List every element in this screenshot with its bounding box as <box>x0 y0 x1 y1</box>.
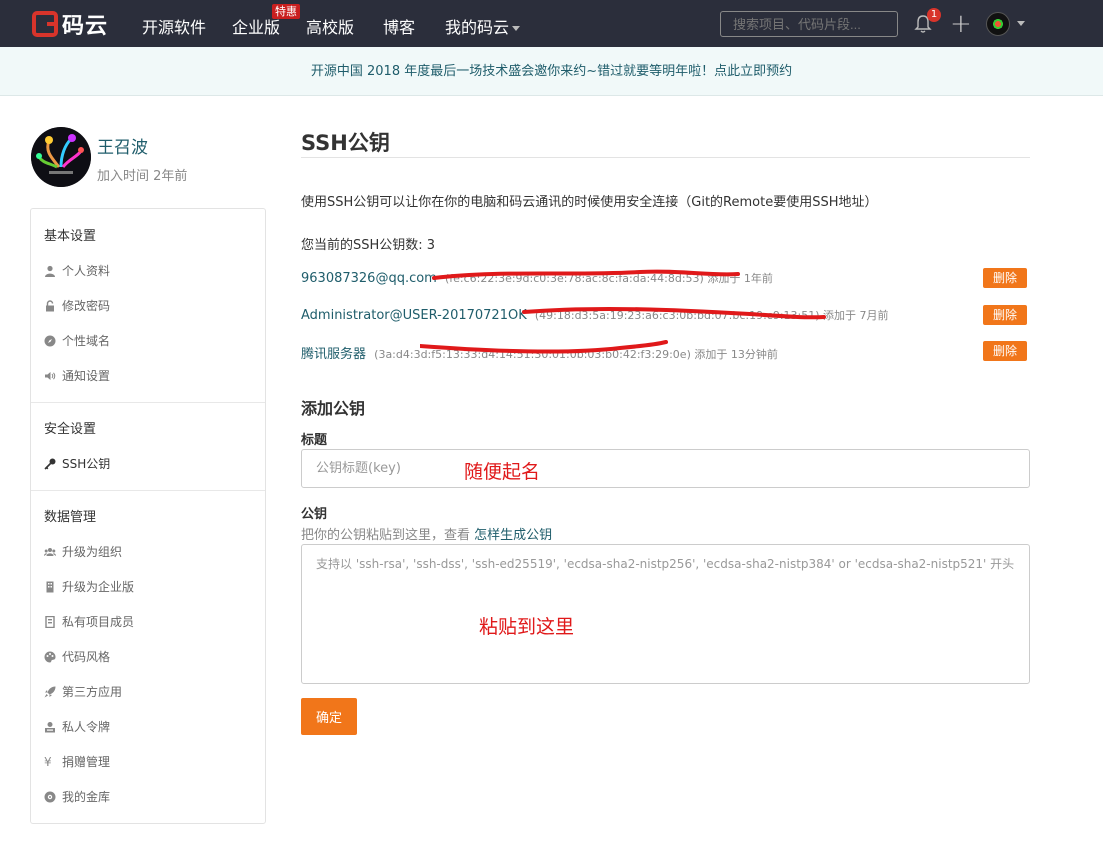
group-icon <box>44 547 56 556</box>
ssh-key-meta: (49:18:d3:5a:19:23:a6:c3:0b:bd:07:bc:19:… <box>534 309 889 322</box>
logo-icon <box>32 11 58 37</box>
sidebar-item-private-tokens[interactable]: 私人令牌 <box>44 718 110 735</box>
sidebar-item-password[interactable]: 修改密码 <box>44 297 110 314</box>
page-title: SSH公钥 <box>301 131 390 155</box>
ssh-key-name: Administrator@USER-20170721OK <box>301 308 527 323</box>
key-annotation: 粘贴到这里 <box>479 616 575 638</box>
sidebar-item-label: 通知设置 <box>62 369 111 383</box>
delete-key-button[interactable]: 删除 <box>983 305 1027 325</box>
user-avatar[interactable] <box>986 12 1010 36</box>
enterprise-promo-badge: 特惠 <box>272 4 300 19</box>
chevron-down-icon[interactable] <box>1017 21 1025 26</box>
sidebar-divider <box>31 402 265 403</box>
title-field-label: 标题 <box>301 433 328 448</box>
key-title-input[interactable] <box>301 449 1030 488</box>
sidebar-item-label: 升级为企业版 <box>62 580 135 594</box>
sidebar-item-label: 代码风格 <box>62 650 111 664</box>
sidebar-item-notifications[interactable]: 通知设置 <box>44 367 110 384</box>
avatar-art <box>31 127 91 187</box>
rocket-icon <box>44 686 56 697</box>
yen-icon: ¥ <box>44 754 52 769</box>
profile-name[interactable]: 王召波 <box>97 133 148 158</box>
key-field-hint: 把你的公钥粘贴到这里，查看 怎样生成公钥 <box>301 524 552 543</box>
sidebar-item-upgrade-enterprise[interactable]: 升级为企业版 <box>44 578 134 595</box>
sidebar-item-profile[interactable]: 个人资料 <box>44 262 110 279</box>
sidebar-item-label: 私人令牌 <box>62 720 111 734</box>
chevron-down-icon <box>512 26 521 31</box>
compass-icon <box>44 335 56 346</box>
nav-my-gitee[interactable]: 我的码云 <box>445 14 521 38</box>
search-input[interactable] <box>720 11 898 37</box>
sidebar-item-label: 升级为组织 <box>62 545 123 559</box>
ssh-key-name: 腾讯服务器 <box>301 347 367 362</box>
member-icon <box>45 615 55 628</box>
sidebar-heading-basic: 基本设置 <box>44 229 97 244</box>
logo-text: 码云 <box>62 14 109 39</box>
public-key-textarea[interactable] <box>301 544 1030 684</box>
sidebar-item-third-party-apps[interactable]: 第三方应用 <box>44 683 122 700</box>
sidebar-item-upgrade-org[interactable]: 升级为组织 <box>44 543 122 560</box>
sidebar-item-donations[interactable]: ¥ 捐赠管理 <box>44 753 110 770</box>
how-to-generate-key-link[interactable]: 怎样生成公钥 <box>474 528 552 543</box>
sidebar-heading-data: 数据管理 <box>44 510 97 525</box>
ssh-key-count: 您当前的SSH公钥数: 3 <box>301 238 436 253</box>
building-icon <box>46 581 54 592</box>
ssh-description: 使用SSH公钥可以让你在你的电脑和码云通讯的时候使用安全连接（Git的Remot… <box>301 195 878 210</box>
nav-blog[interactable]: 博客 <box>383 14 415 38</box>
delete-key-button[interactable]: 删除 <box>983 268 1027 288</box>
nav-university[interactable]: 高校版 <box>306 14 354 38</box>
ssh-key-meta: (3a:d4:3d:f5:13:33:d4:14:51:30:01:0b:03:… <box>374 348 778 361</box>
title-divider <box>301 157 1030 158</box>
profile-avatar[interactable] <box>31 127 91 187</box>
title-annotation: 随便起名 <box>464 461 541 483</box>
sidebar-item-label: 我的金库 <box>62 790 111 804</box>
sidebar-item-label: 捐赠管理 <box>62 755 111 769</box>
ssh-key-row: 963087326@qq.com (fe:c6:22:3e:9d:c0:3e:7… <box>301 270 773 286</box>
add-key-heading: 添加公钥 <box>301 399 366 418</box>
sidebar-item-ssh-keys[interactable]: SSH公钥 <box>44 455 110 472</box>
sidebar-item-vault[interactable]: 我的金库 <box>44 788 110 805</box>
sidebar-item-label: SSH公钥 <box>62 457 111 471</box>
sidebar-item-label: 私有项目成员 <box>62 615 135 629</box>
nav-open-source[interactable]: 开源软件 <box>142 14 206 38</box>
sidebar-item-label: 修改密码 <box>62 299 111 313</box>
vault-icon <box>44 791 56 802</box>
volume-icon <box>45 371 56 380</box>
delete-key-button[interactable]: 删除 <box>983 341 1027 361</box>
top-navbar: 码云 开源软件 企业版 特惠 高校版 博客 我的码云 1 + <box>0 0 1103 47</box>
nav-my-gitee-label: 我的码云 <box>445 18 510 37</box>
settings-sidebar: 基本设置 个人资料 修改密码 个性域名 通知设置 安全设置 SSH公钥 数据管理… <box>30 208 266 824</box>
sidebar-item-code-style[interactable]: 代码风格 <box>44 648 110 665</box>
sidebar-divider <box>31 490 265 491</box>
token-icon <box>45 721 55 732</box>
announcement-banner[interactable]: 开源中国 2018 年度最后一场技术盛会邀你来约~错过就要等明年啦！点此立即预约 <box>0 47 1103 96</box>
notification-badge: 1 <box>927 8 941 22</box>
profile-joined-time: 加入时间 2年前 <box>97 169 188 184</box>
key-field-label: 公钥 <box>301 507 328 522</box>
ssh-key-row: Administrator@USER-20170721OK (49:18:d3:… <box>301 307 889 323</box>
sidebar-item-private-members[interactable]: 私有项目成员 <box>44 613 134 630</box>
sidebar-item-label: 个性域名 <box>62 334 111 348</box>
plus-icon[interactable]: + <box>950 11 972 37</box>
sidebar-item-label: 个人资料 <box>62 264 111 278</box>
logo[interactable]: 码云 <box>32 10 109 39</box>
palette-icon <box>44 651 56 662</box>
key-icon <box>44 458 56 470</box>
user-icon <box>45 265 55 277</box>
ssh-key-name: 963087326@qq.com <box>301 271 437 286</box>
sidebar-item-domain[interactable]: 个性域名 <box>44 332 110 349</box>
sidebar-item-label: 第三方应用 <box>62 685 123 699</box>
ssh-key-row: 腾讯服务器 (3a:d4:3d:f5:13:33:d4:14:51:30:01:… <box>301 343 778 362</box>
ssh-key-meta: (fe:c6:22:3e:9d:c0:3e:78:ac:8c:fa:da:44:… <box>444 272 773 285</box>
sidebar-heading-security: 安全设置 <box>44 422 97 437</box>
key-hint-text: 把你的公钥粘贴到这里，查看 <box>301 528 471 543</box>
lock-icon <box>46 299 54 311</box>
submit-button[interactable]: 确定 <box>301 698 357 735</box>
